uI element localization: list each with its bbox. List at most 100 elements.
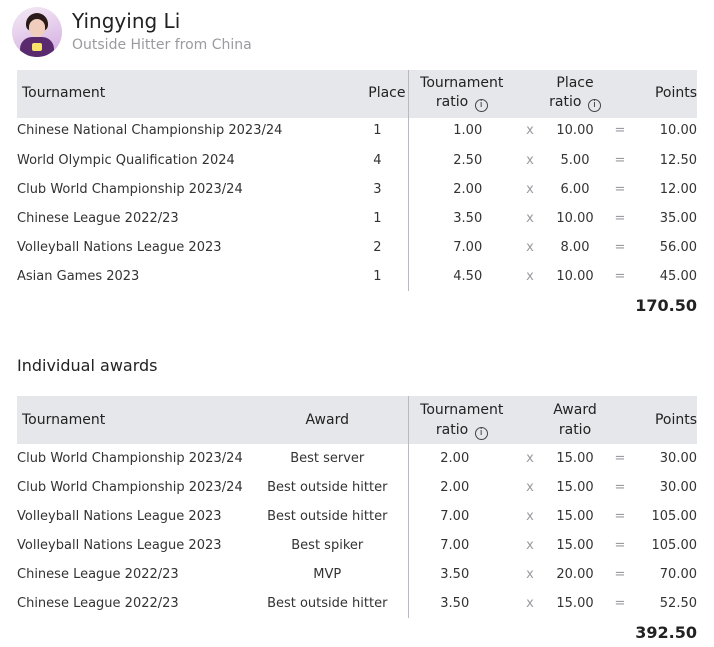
info-icon[interactable]: i — [474, 427, 488, 440]
equals-sign: = — [614, 211, 626, 226]
cell-award-ratio: 20.00 — [556, 567, 594, 582]
cell-points: 30.00 — [659, 480, 697, 495]
cell-place: 2 — [317, 233, 409, 262]
info-icon[interactable]: i — [587, 98, 601, 112]
cell-tournament-ratio: 2.00 — [453, 182, 483, 197]
cell-award-ratio: 15.00 — [556, 480, 594, 495]
awards-total: 392.50 — [635, 623, 697, 642]
cell-place: 1 — [317, 262, 409, 291]
cell-tournament: Club World Championship 2023/24 — [17, 182, 243, 197]
cell-place-ratio: 6.00 — [560, 182, 590, 197]
cell-place-ratio: 10.00 — [556, 123, 594, 138]
cell-award: Best outside hitter — [247, 589, 409, 618]
standings-table: Tournament Place Tournament ratio i Plac… — [17, 70, 697, 291]
col-tournament-ratio-label: Tournament ratio — [420, 74, 504, 110]
cell-tournament: Asian Games 2023 — [17, 269, 140, 284]
table-row: Club World Championship 2023/24 3 2.00 x 6.0… — [17, 175, 697, 204]
cell-award: Best spiker — [247, 531, 409, 560]
multiply-sign: x — [526, 509, 534, 524]
cell-tournament: Club World Championship 2023/24 — [17, 451, 243, 466]
player-name: Yingying Li — [72, 9, 181, 33]
cell-tournament-ratio: 7.00 — [440, 509, 470, 524]
cell-tournament-ratio: 2.00 — [440, 451, 470, 466]
player-subtitle: Outside Hitter from China — [72, 37, 252, 53]
equals-sign: = — [614, 538, 626, 553]
multiply-sign: x — [526, 596, 534, 611]
col-award-ratio: Award ratio — [545, 396, 605, 444]
table-row: Chinese National Championship 2023/24 1 1.… — [17, 115, 697, 146]
cell-tournament: Chinese League 2022/23 — [17, 596, 179, 611]
cell-tournament-ratio: 4.50 — [453, 269, 483, 284]
cell-place-ratio: 10.00 — [556, 269, 594, 284]
cell-points: 35.00 — [659, 211, 697, 226]
col-tournament: Tournament — [17, 70, 317, 115]
table-row: World Olympic Qualification 2024 4 2.50 x 5.… — [17, 146, 697, 175]
cell-tournament-ratio: 7.00 — [453, 240, 483, 255]
awards-table: Tournament Award Tournament ratio i Awar… — [17, 396, 697, 618]
cell-tournament-ratio: 3.50 — [440, 596, 470, 611]
multiply-sign: x — [526, 153, 534, 168]
cell-points: 70.00 — [659, 567, 697, 582]
cell-place: 1 — [317, 204, 409, 233]
col-tournament-ratio-label: Tournament ratio — [420, 402, 504, 438]
table-row: Asian Games 2023 1 4.50 x 10.00 = 45.00 — [17, 262, 697, 291]
equals-sign: = — [614, 153, 626, 168]
equals-sign: = — [614, 596, 626, 611]
col-place: Place — [317, 70, 409, 115]
table-row: Volleyball Nations League 2023 Best spike… — [17, 531, 697, 560]
info-icon[interactable]: i — [474, 98, 488, 112]
multiply-sign: x — [526, 123, 534, 138]
cell-place-ratio: 10.00 — [556, 211, 594, 226]
cell-tournament: Volleyball Nations League 2023 — [17, 509, 222, 524]
equals-sign: = — [614, 567, 626, 582]
equals-sign: = — [614, 182, 626, 197]
cell-points: 30.00 — [659, 451, 697, 466]
standings-header-row: Tournament Place Tournament ratio i Plac… — [17, 70, 697, 115]
multiply-sign: x — [526, 211, 534, 226]
equals-sign: = — [614, 240, 626, 255]
table-row: Chinese League 2022/23 Best outside hitte… — [17, 589, 697, 618]
cell-award-ratio: 15.00 — [556, 596, 594, 611]
cell-place-ratio: 5.00 — [560, 153, 590, 168]
cell-place: 1 — [317, 115, 409, 146]
cell-tournament: World Olympic Qualification 2024 — [17, 153, 235, 168]
cell-points: 105.00 — [651, 538, 698, 553]
equals-sign: = — [614, 451, 626, 466]
cell-points: 12.50 — [659, 153, 697, 168]
cell-tournament-ratio: 7.00 — [440, 538, 470, 553]
cell-tournament-ratio: 2.50 — [453, 153, 483, 168]
cell-points: 45.00 — [659, 269, 697, 284]
multiply-sign: x — [526, 240, 534, 255]
equals-sign: = — [614, 269, 626, 284]
cell-points: 56.00 — [659, 240, 697, 255]
awards-header-row: Tournament Award Tournament ratio i Awar… — [17, 396, 697, 444]
cell-award-ratio: 15.00 — [556, 538, 594, 553]
cell-award-ratio: 15.00 — [556, 509, 594, 524]
table-row: Volleyball Nations League 2023 Best outsi… — [17, 502, 697, 531]
cell-tournament: Volleyball Nations League 2023 — [17, 240, 222, 255]
multiply-sign: x — [526, 182, 534, 197]
cell-award: Best outside hitter — [247, 473, 409, 502]
standings-total: 170.50 — [635, 296, 697, 315]
cell-place: 4 — [317, 146, 409, 175]
table-row: Volleyball Nations League 2023 2 7.00 x 8.00… — [17, 233, 697, 262]
section-title-awards: Individual awards — [17, 356, 158, 375]
cell-award: MVP — [247, 560, 409, 589]
col-award: Award — [247, 396, 409, 444]
cell-tournament: Chinese National Championship 2023/24 — [17, 123, 283, 138]
cell-tournament: Chinese League 2022/23 — [17, 211, 179, 226]
cell-tournament: Volleyball Nations League 2023 — [17, 538, 222, 553]
equals-sign: = — [614, 480, 626, 495]
cell-tournament: Chinese League 2022/23 — [17, 567, 179, 582]
profile-names: Yingying Li Outside Hitter from China — [72, 9, 252, 55]
cell-tournament-ratio: 3.50 — [453, 211, 483, 226]
multiply-sign: x — [526, 567, 534, 582]
col-tournament-ratio: Tournament ratio i — [408, 70, 515, 115]
table-row: Club World Championship 2023/24 Best outs… — [17, 473, 697, 502]
multiply-sign: x — [526, 480, 534, 495]
col-points: Points — [635, 70, 697, 115]
equals-sign: = — [614, 123, 626, 138]
col-place-ratio-label: Place ratio — [549, 74, 594, 110]
profile-header: Yingying Li Outside Hitter from China — [12, 6, 252, 58]
table-row: Chinese League 2022/23 MVP 3.50 x 20.00 = 70.0… — [17, 560, 697, 589]
